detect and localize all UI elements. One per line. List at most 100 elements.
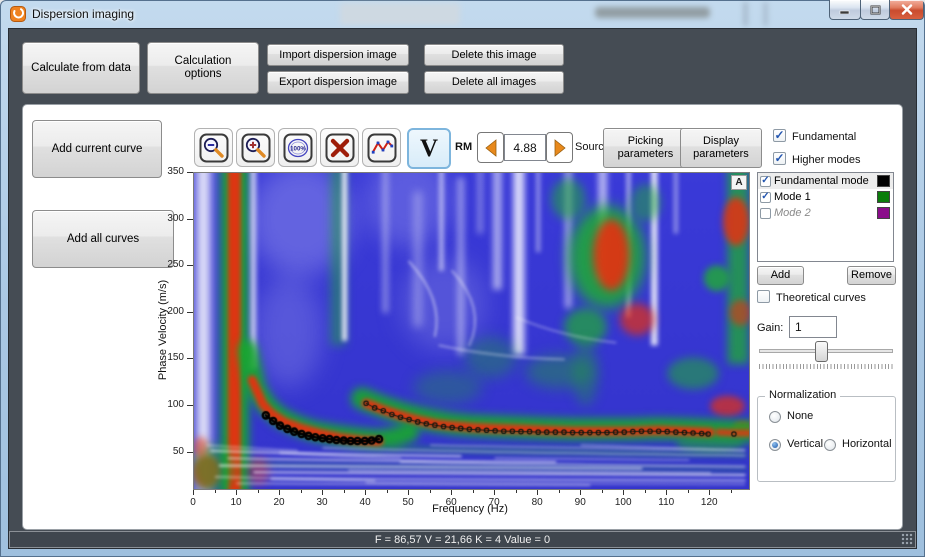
- mode-label: Fundamental mode: [774, 175, 869, 187]
- mode-color-swatch[interactable]: [877, 207, 890, 219]
- y-tick-mark: [187, 312, 193, 313]
- step-value-box[interactable]: 4.88: [504, 134, 546, 161]
- step-value: 4.88: [513, 141, 536, 155]
- higher-modes-checkbox[interactable]: [773, 152, 786, 165]
- calculate-from-data-label: Calculate from data: [31, 62, 131, 75]
- x-minor-tick-mark: [645, 490, 646, 493]
- export-dispersion-image-button[interactable]: Export dispersion image: [267, 71, 409, 94]
- mode-color-swatch[interactable]: [877, 191, 890, 203]
- x-minor-tick-mark: [344, 490, 345, 493]
- mode-listbox[interactable]: Fundamental mode Mode 1 Mode 2: [757, 172, 894, 262]
- x-tick-label: 110: [651, 497, 681, 508]
- remove-mode-label: Remove: [851, 269, 892, 282]
- y-tick-mark: [187, 219, 193, 220]
- x-tick-mark: [236, 490, 237, 495]
- x-minor-tick-mark: [559, 490, 560, 493]
- y-tick-mark: [187, 172, 193, 173]
- zoom-100-button[interactable]: 100%: [278, 128, 317, 167]
- delete-all-label: Delete all images: [452, 76, 536, 89]
- background-window-edge: [764, 2, 767, 26]
- picking-parameters-button[interactable]: Picking parameters: [603, 128, 688, 168]
- dispersion-plot[interactable]: A: [193, 172, 750, 490]
- mode-checkbox[interactable]: [760, 192, 771, 203]
- background-window-edge: [744, 2, 747, 26]
- dispersion-heatmap[interactable]: [194, 173, 749, 489]
- resize-grip[interactable]: [901, 533, 913, 545]
- y-tick-mark: [187, 358, 193, 359]
- x-minor-tick-mark: [473, 490, 474, 493]
- zoom-out-icon: [199, 133, 229, 163]
- x-minor-tick-mark: [258, 490, 259, 493]
- mode-row[interactable]: Mode 1: [758, 189, 893, 205]
- svg-text:100%: 100%: [290, 145, 306, 152]
- mode-label: Mode 1: [774, 191, 811, 203]
- delete-x-icon: [325, 133, 355, 163]
- add-all-curves-label: Add all curves: [67, 233, 139, 246]
- import-dispersion-image-button[interactable]: Import dispersion image: [267, 44, 409, 66]
- fundamental-checkbox[interactable]: [773, 129, 786, 142]
- delete-picks-button[interactable]: [320, 128, 359, 167]
- mode-color-swatch[interactable]: [877, 175, 890, 187]
- maximize-button[interactable]: [860, 0, 890, 20]
- arrow-left-icon: [483, 138, 499, 158]
- delete-this-image-button[interactable]: Delete this image: [424, 44, 564, 66]
- pick-curve-button[interactable]: [362, 128, 401, 167]
- mode-checkbox[interactable]: [760, 176, 771, 187]
- normalization-radio-horizontal[interactable]: [824, 439, 836, 451]
- close-button[interactable]: [889, 0, 924, 20]
- x-tick-label: 120: [694, 497, 724, 508]
- x-tick-label: 100: [608, 497, 638, 508]
- fundamental-checkbox-label: Fundamental: [792, 131, 856, 143]
- add-current-curve-button[interactable]: Add current curve: [32, 120, 162, 178]
- normalization-radio-none[interactable]: [769, 411, 781, 423]
- y-tick-mark: [187, 265, 193, 266]
- window-title: Dispersion imaging: [32, 7, 134, 21]
- step-previous-button[interactable]: [477, 132, 504, 163]
- zoom-in-button[interactable]: [236, 128, 275, 167]
- y-tick-label: 350: [151, 166, 184, 177]
- plot-corner-badge[interactable]: A: [731, 175, 747, 190]
- status-bar: F = 86,57 V = 21,66 K = 4 Value = 0: [9, 531, 916, 548]
- add-mode-button[interactable]: Add: [757, 266, 804, 285]
- x-tick-label: 40: [350, 497, 380, 508]
- normalization-label-none: None: [787, 410, 813, 422]
- mode-checkbox[interactable]: [760, 208, 771, 219]
- theoretical-curves-label: Theoretical curves: [776, 292, 866, 304]
- normalization-groupbox: Normalization NoneVerticalHorizontal: [757, 396, 896, 482]
- velocity-mode-button[interactable]: V: [407, 128, 451, 169]
- theoretical-curves-checkbox[interactable]: [757, 290, 770, 303]
- x-tick-label: 30: [307, 497, 337, 508]
- zoom-out-button[interactable]: [194, 128, 233, 167]
- normalization-label-horizontal: Horizontal: [842, 438, 892, 450]
- y-tick-label: 50: [151, 446, 184, 457]
- minimize-button[interactable]: [829, 0, 861, 20]
- gain-slider-ticks: [759, 364, 893, 369]
- gain-slider-thumb[interactable]: [815, 341, 828, 362]
- normalization-radio-vertical[interactable]: [769, 439, 781, 451]
- x-tick-mark: [580, 490, 581, 495]
- x-tick-mark: [537, 490, 538, 495]
- arrow-right-icon: [552, 138, 568, 158]
- delete-all-images-button[interactable]: Delete all images: [424, 71, 564, 94]
- minimize-icon: [839, 5, 851, 14]
- x-tick-mark: [451, 490, 452, 495]
- close-icon: [901, 4, 913, 15]
- x-minor-tick-mark: [602, 490, 603, 493]
- gain-input[interactable]: [789, 316, 837, 338]
- calculation-options-button[interactable]: Calculation options: [147, 42, 259, 94]
- mode-row[interactable]: Fundamental mode: [758, 173, 893, 189]
- calculate-from-data-button[interactable]: Calculate from data: [22, 42, 140, 94]
- normalization-label-vertical: Vertical: [787, 438, 823, 450]
- x-minor-tick-mark: [215, 490, 216, 493]
- curve-icon: [367, 133, 397, 163]
- mode-row[interactable]: Mode 2: [758, 205, 893, 221]
- calculation-options-label: Calculation options: [158, 55, 248, 81]
- y-axis-label: Phase Velocity (m/s): [157, 250, 171, 410]
- y-tick-label: 300: [151, 213, 184, 224]
- x-minor-tick-mark: [688, 490, 689, 493]
- y-tick-mark: [187, 405, 193, 406]
- step-next-button[interactable]: [546, 132, 573, 163]
- maximize-icon: [870, 5, 881, 15]
- remove-mode-button[interactable]: Remove: [847, 266, 896, 285]
- display-parameters-button[interactable]: Display parameters: [680, 128, 762, 168]
